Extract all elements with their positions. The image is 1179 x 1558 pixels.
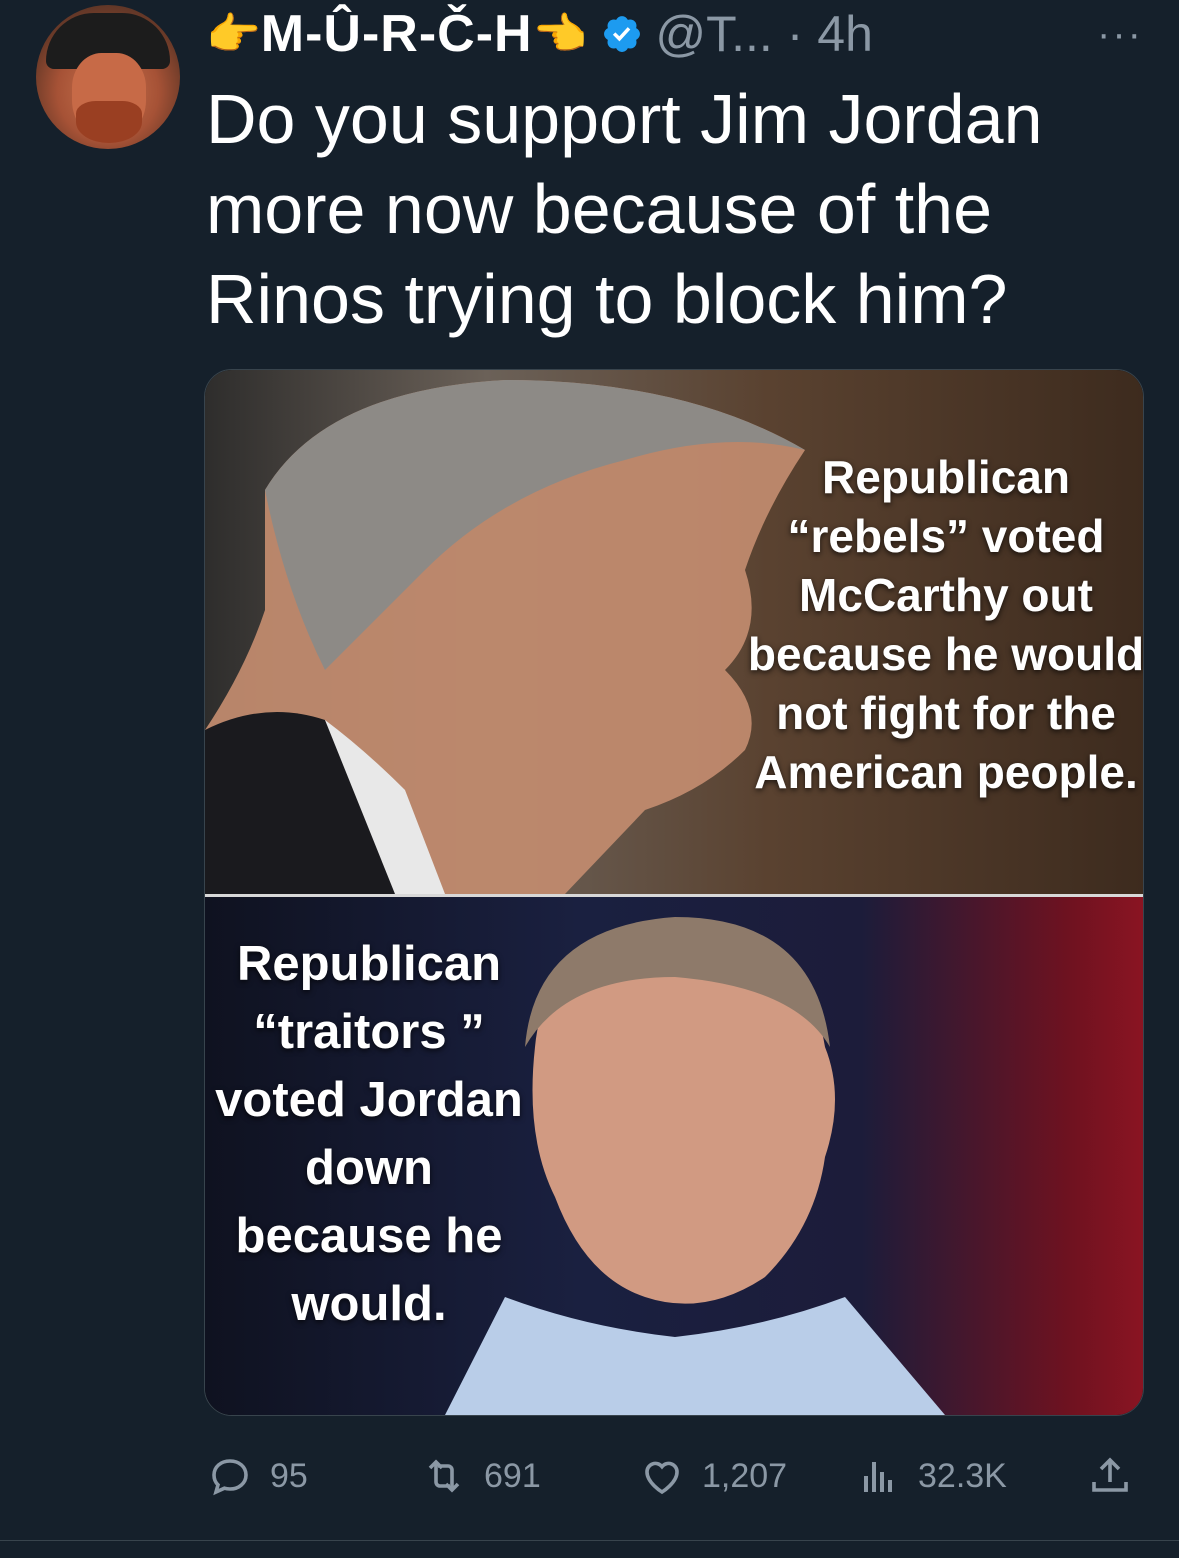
avatar-beard: [76, 101, 142, 143]
retweet-icon: [428, 1459, 460, 1493]
bottom-caption: Republican “traitors ” voted Jordan down…: [215, 937, 523, 1331]
heart-icon: [645, 1461, 679, 1495]
views-chart-icon: [864, 1462, 892, 1492]
views-count: 32.3K: [918, 1456, 1007, 1495]
reply-button[interactable]: 95: [206, 1448, 308, 1504]
verified-badge-icon: [604, 16, 641, 52]
pointing-right-emoji: 👉: [206, 10, 261, 59]
reply-count: 95: [270, 1456, 308, 1495]
retweet-count: 691: [484, 1456, 541, 1495]
display-name[interactable]: M-Û-R-Č-H: [261, 4, 533, 64]
reply-icon: [212, 1459, 248, 1496]
bottom-divider: [0, 1540, 1179, 1541]
handle-and-timestamp[interactable]: @T... · 4h: [655, 5, 872, 63]
tweet-header: 👉 M-Û-R-Č-H 👈 @T... · 4h: [206, 4, 873, 64]
retweet-button[interactable]: 691: [420, 1448, 541, 1504]
pointing-left-emoji: 👈: [532, 10, 588, 59]
more-options-icon[interactable]: ···: [1097, 12, 1143, 57]
top-caption: Republican “rebels” voted McCarthy out b…: [747, 451, 1144, 798]
tweet-text: Do you support Jim Jordan more now becau…: [206, 80, 1043, 338]
tweet-image[interactable]: Republican “rebels” voted McCarthy out b…: [204, 369, 1144, 1416]
share-icon: [1092, 1457, 1128, 1492]
avatar[interactable]: [36, 5, 180, 149]
like-count: 1,207: [702, 1456, 788, 1495]
share-button[interactable]: [1086, 1448, 1150, 1504]
action-bar: 95 691 1,207 32.3K: [206, 1448, 1142, 1504]
views-button[interactable]: 32.3K: [854, 1448, 1007, 1504]
like-button[interactable]: 1,207: [638, 1448, 787, 1504]
